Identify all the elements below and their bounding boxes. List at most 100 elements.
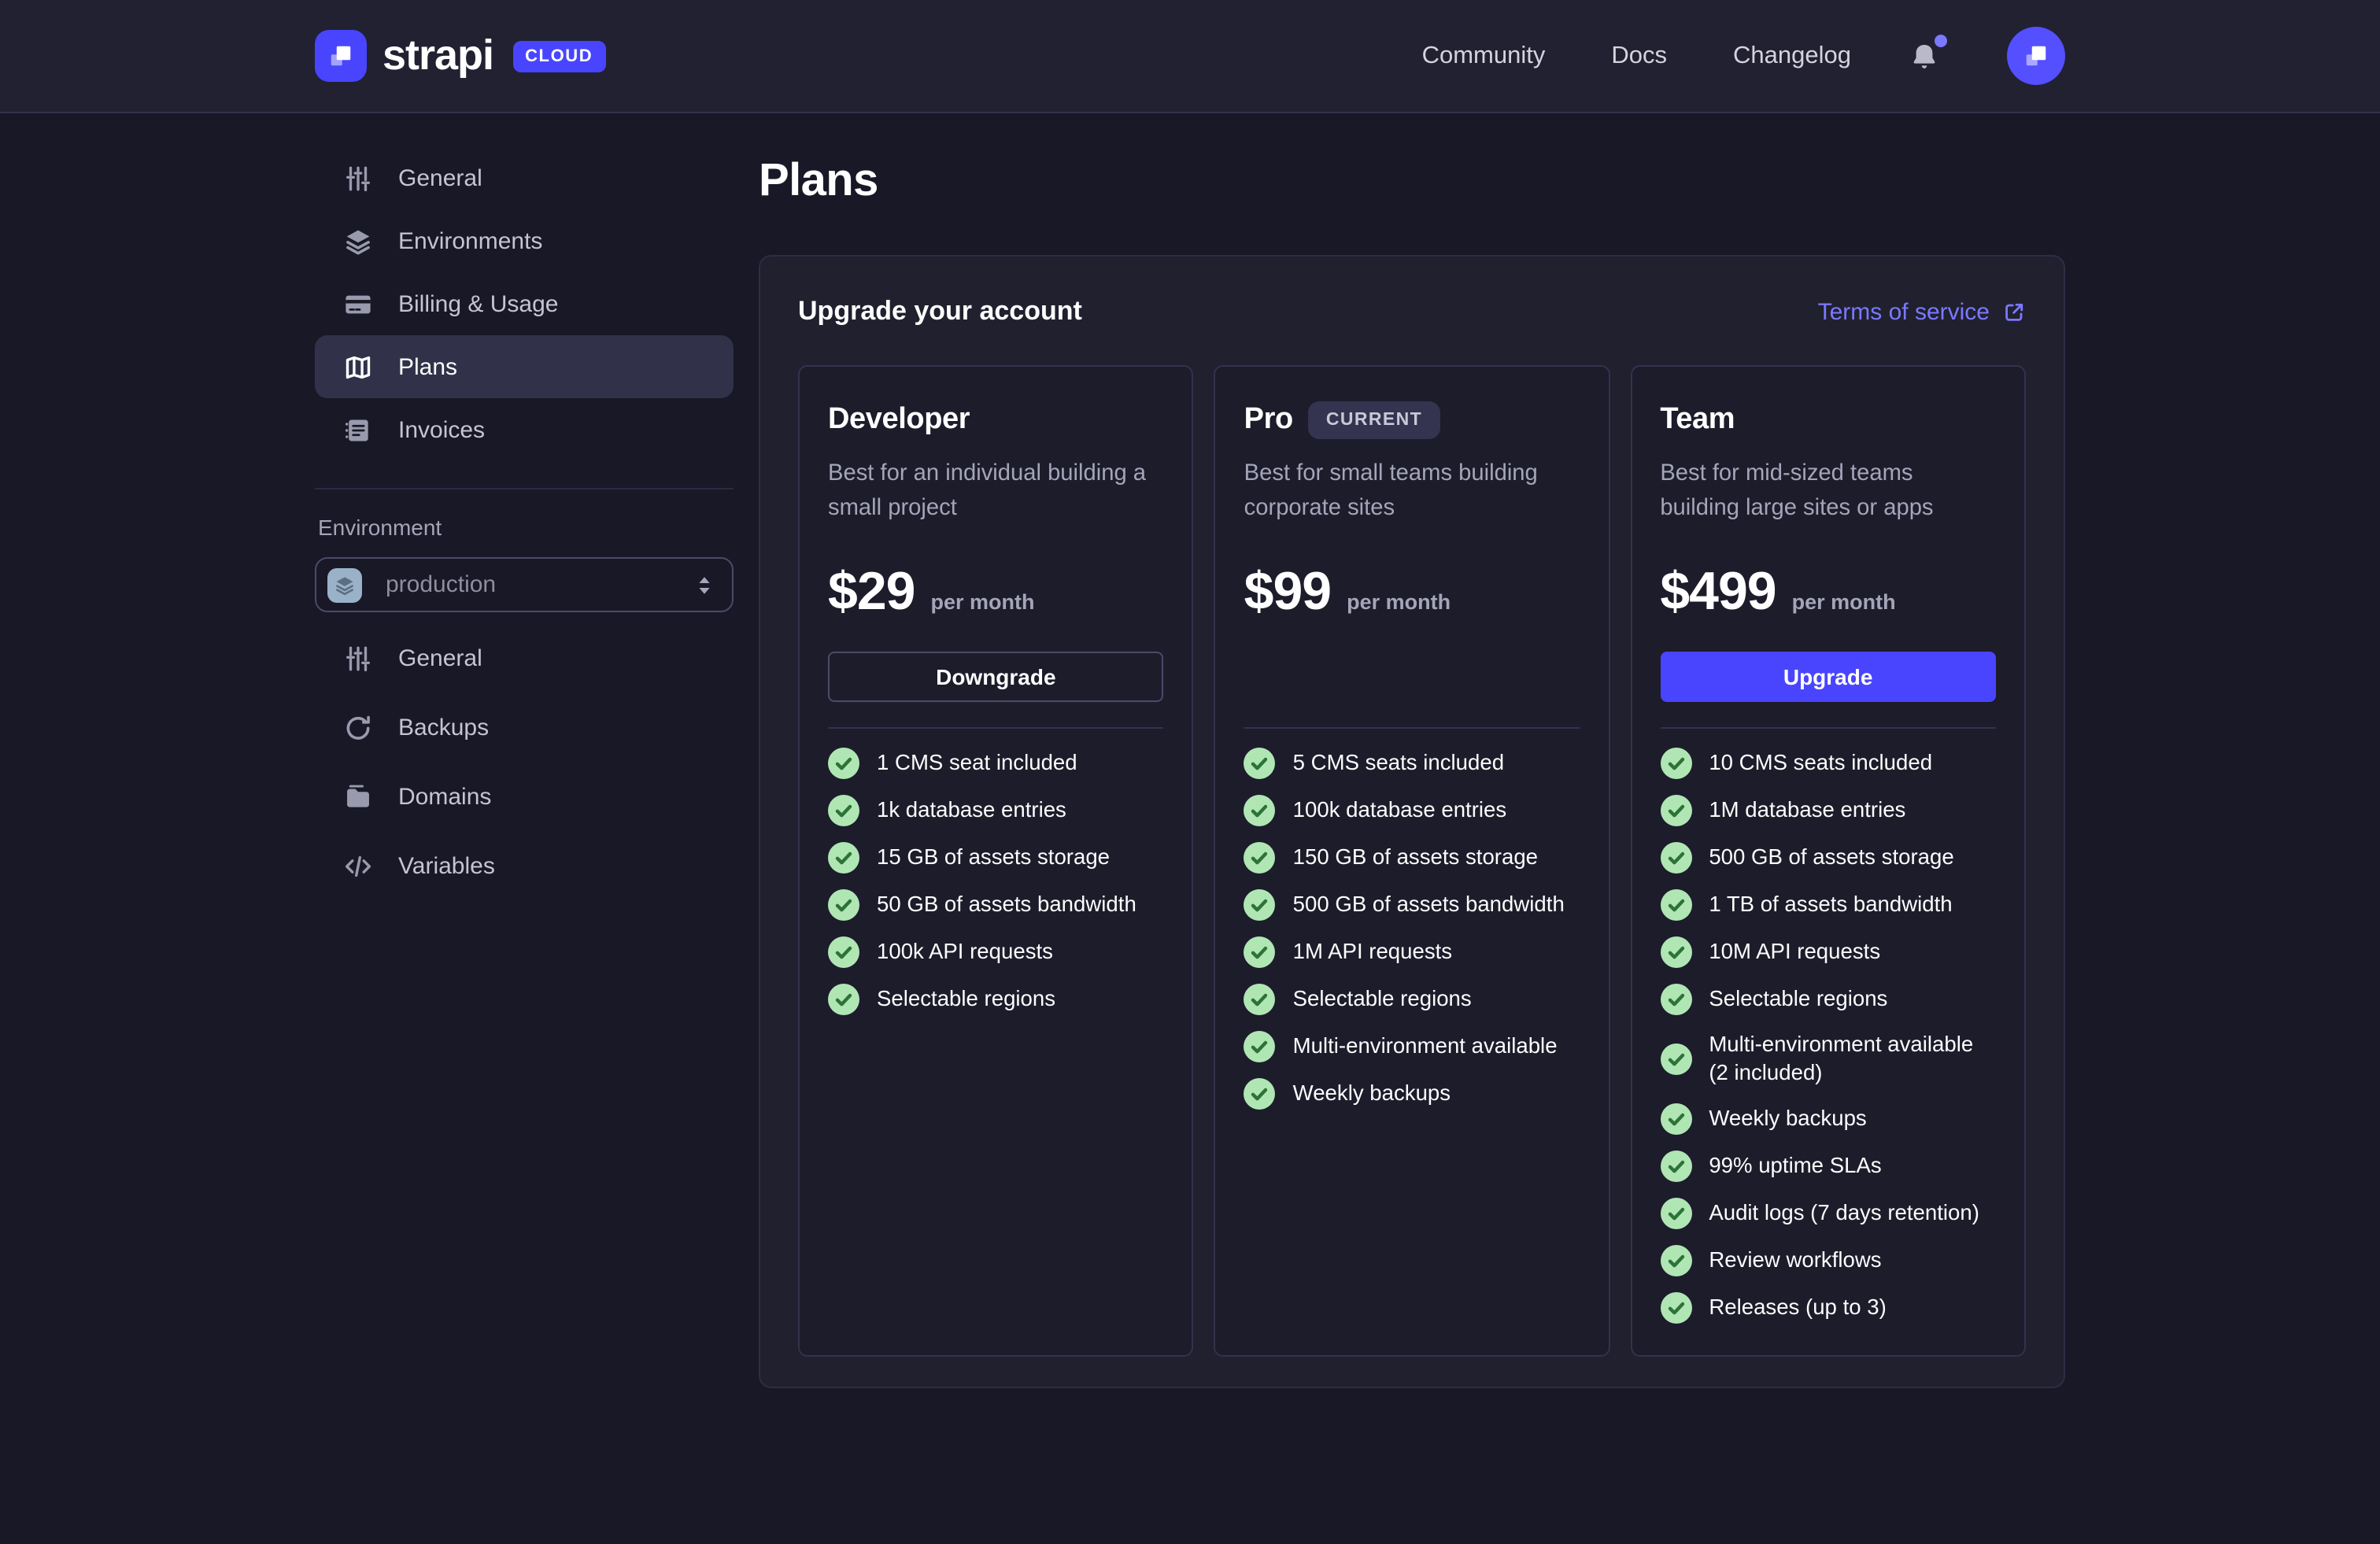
feature-item: 10 CMS seats included xyxy=(1660,748,1996,779)
action-placeholder xyxy=(1244,652,1580,702)
layers-icon xyxy=(343,226,373,256)
current-plan-badge: CURRENT xyxy=(1308,401,1440,438)
check-icon xyxy=(1660,748,1691,779)
project-nav: General Environments Billing & Usage Pla… xyxy=(315,146,734,461)
feature-item: Multi-environment available (2 included) xyxy=(1660,1031,1996,1088)
sidebar-item-domains[interactable]: Domains xyxy=(315,765,734,828)
feature-list: 1 CMS seat included 1k database entries … xyxy=(828,748,1164,1015)
feature-item: 1 CMS seat included xyxy=(828,748,1164,779)
plan-price-row: $29 per month xyxy=(828,562,1164,623)
sidebar-item-invoices[interactable]: Invoices xyxy=(315,398,734,461)
feature-list: 10 CMS seats included 1M database entrie… xyxy=(1660,748,1996,1324)
feature-item: 1k database entries xyxy=(828,795,1164,826)
feature-item: Selectable regions xyxy=(828,984,1164,1015)
check-icon xyxy=(828,889,859,921)
plan-card-pro: Pro CURRENT Best for small teams buildin… xyxy=(1214,365,1610,1357)
sliders-icon xyxy=(343,163,373,193)
check-icon xyxy=(1244,936,1276,968)
sidebar-item-plans[interactable]: Plans xyxy=(315,335,734,398)
plan-period: per month xyxy=(1791,590,1896,614)
plan-period: per month xyxy=(930,590,1035,614)
refresh-icon xyxy=(343,712,373,742)
plans-grid: Developer Best for an individual buildin… xyxy=(798,365,2026,1357)
upgrade-account-card: Upgrade your account Terms of service De… xyxy=(759,255,2065,1388)
plan-divider xyxy=(1660,727,1996,729)
top-header: strapi CLOUD Community Docs Changelog xyxy=(0,0,2380,113)
check-icon xyxy=(1660,1043,1691,1075)
credit-card-icon xyxy=(343,289,373,319)
downgrade-button[interactable]: Downgrade xyxy=(828,652,1164,702)
check-icon xyxy=(1244,795,1276,826)
feature-item: 15 GB of assets storage xyxy=(828,842,1164,874)
layers-icon xyxy=(327,567,362,602)
invoice-icon xyxy=(343,415,373,445)
feature-item: 500 GB of assets bandwidth xyxy=(1244,889,1580,921)
nav-docs[interactable]: Docs xyxy=(1611,42,1667,70)
plan-period: per month xyxy=(1347,590,1451,614)
feature-item: 100k API requests xyxy=(828,936,1164,968)
plan-price: $99 xyxy=(1244,562,1332,622)
app-root: strapi CLOUD Community Docs Changelog Ge… xyxy=(0,0,2380,1544)
check-icon xyxy=(828,748,859,779)
feature-item: Weekly backups xyxy=(1660,1103,1996,1135)
check-icon xyxy=(1660,1292,1691,1324)
upgrade-button[interactable]: Upgrade xyxy=(1660,652,1996,702)
feature-item: 50 GB of assets bandwidth xyxy=(828,889,1164,921)
nav-community[interactable]: Community xyxy=(1422,42,1546,70)
check-icon xyxy=(1660,795,1691,826)
feature-item: 150 GB of assets storage xyxy=(1244,842,1580,874)
sidebar-item-variables[interactable]: Variables xyxy=(315,834,734,897)
sidebar-item-billing-usage[interactable]: Billing & Usage xyxy=(315,272,734,335)
strapi-cloud-logo[interactable]: strapi CLOUD xyxy=(315,30,606,82)
check-icon xyxy=(1660,1198,1691,1229)
check-icon xyxy=(1660,1151,1691,1182)
feature-item: Review workflows xyxy=(1660,1245,1996,1276)
check-icon xyxy=(1244,1078,1276,1110)
plan-description: Best for small teams building corporate … xyxy=(1244,461,1538,521)
plan-card-developer: Developer Best for an individual buildin… xyxy=(798,365,1194,1357)
check-icon xyxy=(1660,842,1691,874)
folder-icon xyxy=(343,781,373,811)
feature-item: 1M API requests xyxy=(1244,936,1580,968)
feature-item: Audit logs (7 days retention) xyxy=(1660,1198,1996,1229)
environment-select-value: production xyxy=(386,571,497,598)
environment-select[interactable]: production xyxy=(315,557,734,612)
check-icon xyxy=(1244,889,1276,921)
notifications-button[interactable] xyxy=(1908,35,1947,72)
top-nav: Community Docs Changelog xyxy=(1422,27,2065,85)
feature-item: 99% uptime SLAs xyxy=(1660,1151,1996,1182)
code-icon xyxy=(343,851,373,881)
strapi-logo-icon xyxy=(315,30,367,82)
check-icon xyxy=(1244,748,1276,779)
check-icon xyxy=(1660,1245,1691,1276)
plan-price-row: $499 per month xyxy=(1660,562,1996,623)
feature-item: 5 CMS seats included xyxy=(1244,748,1580,779)
feature-item: Multi-environment available xyxy=(1244,1031,1580,1062)
check-icon xyxy=(1660,984,1691,1015)
nav-changelog[interactable]: Changelog xyxy=(1733,42,1851,70)
feature-item: Selectable regions xyxy=(1244,984,1580,1015)
plan-name: Developer xyxy=(828,402,970,435)
check-icon xyxy=(1660,889,1691,921)
check-icon xyxy=(828,795,859,826)
terms-of-service-link[interactable]: Terms of service xyxy=(1818,298,2026,325)
main-content: Plans Upgrade your account Terms of serv… xyxy=(759,113,2065,1388)
sidebar-item-environments[interactable]: Environments xyxy=(315,209,734,272)
environment-label: Environment xyxy=(318,515,442,540)
sidebar-item-env-general[interactable]: General xyxy=(315,626,734,689)
avatar[interactable] xyxy=(2007,27,2065,85)
cloud-badge: CLOUD xyxy=(512,40,606,72)
plan-divider xyxy=(1244,727,1580,729)
sidebar: General Environments Billing & Usage Pla… xyxy=(315,113,734,903)
check-icon xyxy=(1660,1103,1691,1135)
sidebar-item-backups[interactable]: Backups xyxy=(315,696,734,759)
chevron-updown-icon xyxy=(696,572,713,597)
feature-item: Weekly backups xyxy=(1244,1078,1580,1110)
notification-dot xyxy=(1935,35,1947,47)
sidebar-item-general[interactable]: General xyxy=(315,146,734,209)
check-icon xyxy=(828,842,859,874)
feature-item: Releases (up to 3) xyxy=(1660,1292,1996,1324)
feature-item: 10M API requests xyxy=(1660,936,1996,968)
plan-description: Best for mid-sized teams building large … xyxy=(1660,461,1934,521)
plan-description: Best for an individual building a small … xyxy=(828,461,1147,521)
